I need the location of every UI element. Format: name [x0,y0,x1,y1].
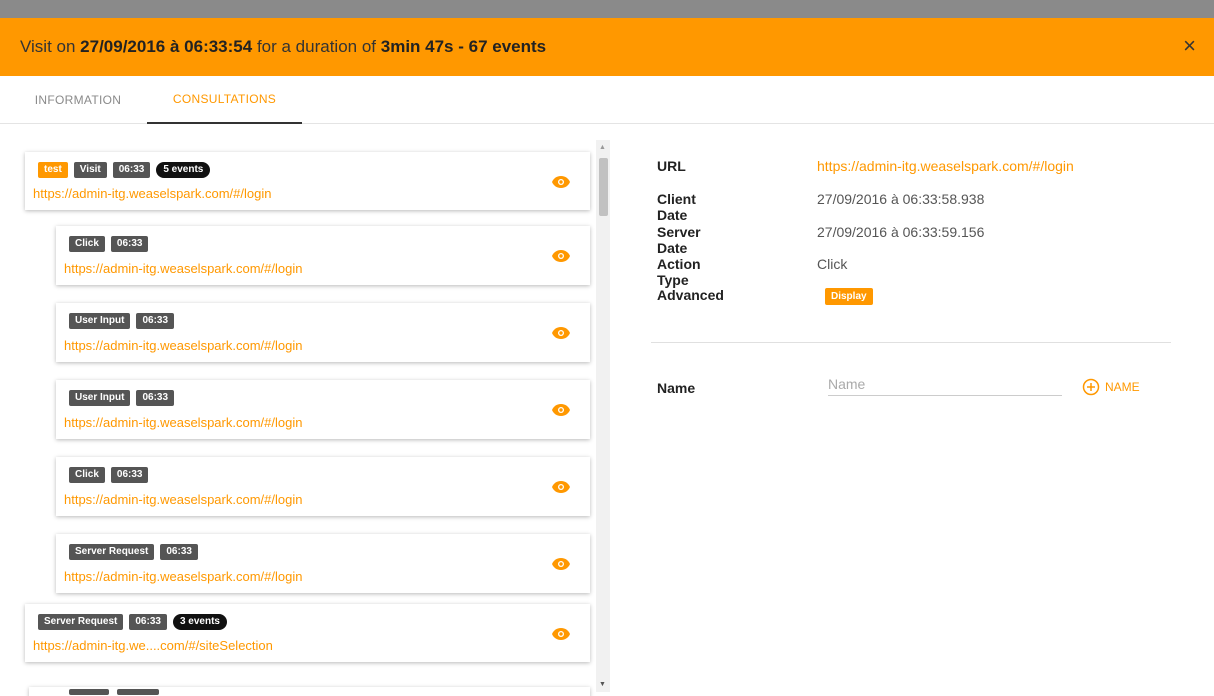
name-label: Name [657,380,696,396]
type-badge: Click [69,467,105,483]
consultation-url[interactable]: https://admin-itg.weaselspark.com/#/logi… [64,338,302,353]
detail-label: URL [657,158,686,174]
eye-icon[interactable] [552,558,570,570]
type-badge: Server Request [69,544,155,560]
events-count-badge: 5 events [156,162,211,178]
badge-group: User Input 06:33 [69,390,175,406]
eye-icon[interactable] [552,250,570,262]
window-top-strip [0,0,1214,18]
time-badge-partial [117,689,159,695]
visit-header: Visit on 27/09/2016 à 06:33:54 for a dur… [0,18,1214,76]
consultation-list[interactable]: test Visit 06:33 5 events https://admin-… [0,125,612,696]
time-badge: 06:33 [110,467,149,483]
time-badge: 06:33 [129,614,167,630]
visit-duration-events: 3min 47s - 67 events [380,37,547,56]
detail-label: Server Date [657,224,701,256]
title-middle: for a duration of [252,37,381,56]
list-scrollbar[interactable]: ▲ ▼ [596,140,610,692]
eye-icon[interactable] [552,327,570,339]
eye-icon[interactable] [552,404,570,416]
badge-group: Server Request 06:33 3 events [38,614,227,630]
eye-icon[interactable] [552,628,570,640]
list-item[interactable]: User Input 06:33 https://admin-itg.wease… [56,380,590,439]
time-badge: 06:33 [136,390,175,406]
scroll-up-arrow-icon[interactable]: ▲ [599,144,606,151]
list-item[interactable]: test Visit 06:33 5 events https://admin-… [25,152,590,210]
tab-bar: INFORMATION CONSULTATIONS [0,76,1214,124]
section-divider [651,342,1171,343]
time-badge: 06:33 [112,162,151,178]
scroll-down-arrow-icon[interactable]: ▼ [599,681,606,688]
detail-label: Client Date [657,191,696,223]
consultation-url[interactable]: https://admin-itg.weaselspark.com/#/logi… [33,186,271,201]
list-item[interactable]: Server Request 06:33 https://admin-itg.w… [56,534,590,593]
type-badge-partial [69,689,109,695]
type-badge: Visit [73,162,107,178]
tab-information[interactable]: INFORMATION [10,76,146,124]
badge-group: User Input 06:33 [69,313,175,329]
time-badge: 06:33 [110,236,149,252]
type-badge: Click [69,236,105,252]
detail-value: Click [817,256,848,272]
add-name-button[interactable]: NAME [1082,378,1140,396]
time-badge: 06:33 [160,544,198,560]
close-icon[interactable]: × [1183,34,1196,58]
list-item[interactable]: Click 06:33 https://admin-itg.weaselspar… [56,226,590,285]
events-count-badge: 3 events [172,614,227,630]
list-item[interactable]: Click 06:33 https://admin-itg.weaselspar… [56,457,590,516]
list-item[interactable]: Server Request 06:33 3 events https://ad… [25,604,590,662]
type-badge: User Input [69,390,131,406]
type-badge: User Input [69,313,131,329]
visit-datetime: 27/09/2016 à 06:33:54 [80,37,253,56]
detail-label: Action Type [657,256,701,288]
consultation-url[interactable]: https://admin-itg.weaselspark.com/#/logi… [64,492,302,507]
type-badge: Server Request [38,614,124,630]
detail-url-link[interactable]: https://admin-itg.weaselspark.com/#/logi… [817,158,1074,174]
eye-icon[interactable] [552,481,570,493]
plus-circle-icon [1082,378,1100,396]
tag-badge: test [38,162,68,178]
badge-group: Click 06:33 [69,236,149,252]
scrollbar-thumb[interactable] [599,158,608,216]
list-item-partial[interactable] [29,687,590,696]
badge-group: Server Request 06:33 [69,544,198,560]
detail-label: Advanced [657,287,724,303]
time-badge: 06:33 [136,313,175,329]
display-button[interactable]: Display [825,288,873,305]
consultation-url[interactable]: https://admin-itg.we....com/#/siteSelect… [33,638,273,653]
tab-consultations[interactable]: CONSULTATIONS [147,76,302,124]
detail-value: 27/09/2016 à 06:33:58.938 [817,191,985,207]
name-input[interactable] [828,372,1062,396]
detail-value: 27/09/2016 à 06:33:59.156 [817,224,985,240]
eye-icon[interactable] [552,176,570,188]
list-item[interactable]: User Input 06:33 https://admin-itg.wease… [56,303,590,362]
consultation-url[interactable]: https://admin-itg.weaselspark.com/#/logi… [64,569,302,584]
visit-title: Visit on 27/09/2016 à 06:33:54 for a dur… [20,37,546,57]
consultation-url[interactable]: https://admin-itg.weaselspark.com/#/logi… [64,261,302,276]
badge-group: test Visit 06:33 5 events [38,162,211,178]
consultation-url[interactable]: https://admin-itg.weaselspark.com/#/logi… [64,415,302,430]
badge-group: Click 06:33 [69,467,149,483]
add-name-label: NAME [1105,380,1140,394]
title-prefix: Visit on [20,37,81,56]
